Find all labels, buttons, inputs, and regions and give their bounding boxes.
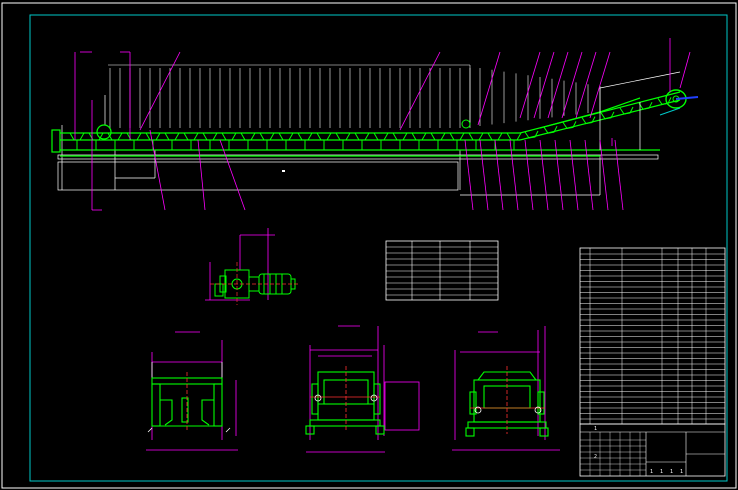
idler bbox=[392, 132, 408, 141]
idler bbox=[126, 132, 142, 141]
idler bbox=[221, 132, 237, 141]
middle-cross-section bbox=[305, 325, 420, 453]
idler bbox=[240, 132, 256, 141]
outer-frame bbox=[1, 2, 737, 489]
idler bbox=[202, 132, 218, 141]
idler bbox=[278, 132, 294, 141]
idler bbox=[316, 132, 332, 141]
idler bbox=[487, 132, 503, 141]
idler bbox=[468, 132, 484, 141]
title-row-label-a: 1 bbox=[594, 426, 597, 432]
title-cell-1: 1 bbox=[650, 469, 653, 475]
title-cell-3: 1 bbox=[670, 469, 673, 475]
idler bbox=[430, 132, 446, 141]
idler bbox=[259, 132, 275, 141]
title-block: 1 2 1 1 1 1 bbox=[579, 423, 726, 477]
bend-pulley bbox=[461, 119, 471, 129]
conveyor-frame-outline bbox=[57, 95, 659, 196]
idler bbox=[411, 132, 427, 141]
drive-unit-view bbox=[205, 228, 300, 305]
tail-cross-section bbox=[146, 331, 238, 451]
title-cell-2: 1 bbox=[660, 469, 663, 475]
idler bbox=[69, 132, 85, 141]
title-row-label-b: 2 bbox=[594, 454, 597, 460]
cad-drawing-sheet: 1 2 1 1 1 1 bbox=[1, 2, 737, 489]
idler bbox=[449, 132, 465, 141]
dimension-lines-static bbox=[74, 38, 691, 211]
tail-pulley bbox=[96, 124, 112, 140]
leader-lines bbox=[109, 68, 601, 128]
dimension-lines bbox=[464, 51, 624, 211]
idler bbox=[164, 132, 180, 141]
idler bbox=[354, 132, 370, 141]
idler bbox=[183, 132, 199, 141]
idler bbox=[145, 132, 161, 141]
idler bbox=[506, 132, 522, 141]
conveyor-elevation-view bbox=[51, 38, 699, 211]
parts-list-table bbox=[579, 247, 726, 425]
idler bbox=[88, 132, 104, 141]
idler bbox=[297, 132, 313, 141]
title-cell-4: 1 bbox=[680, 469, 683, 475]
head-cross-section bbox=[452, 326, 560, 451]
idler bbox=[335, 132, 351, 141]
technical-parameters-table bbox=[385, 240, 499, 301]
idler bbox=[373, 132, 389, 141]
